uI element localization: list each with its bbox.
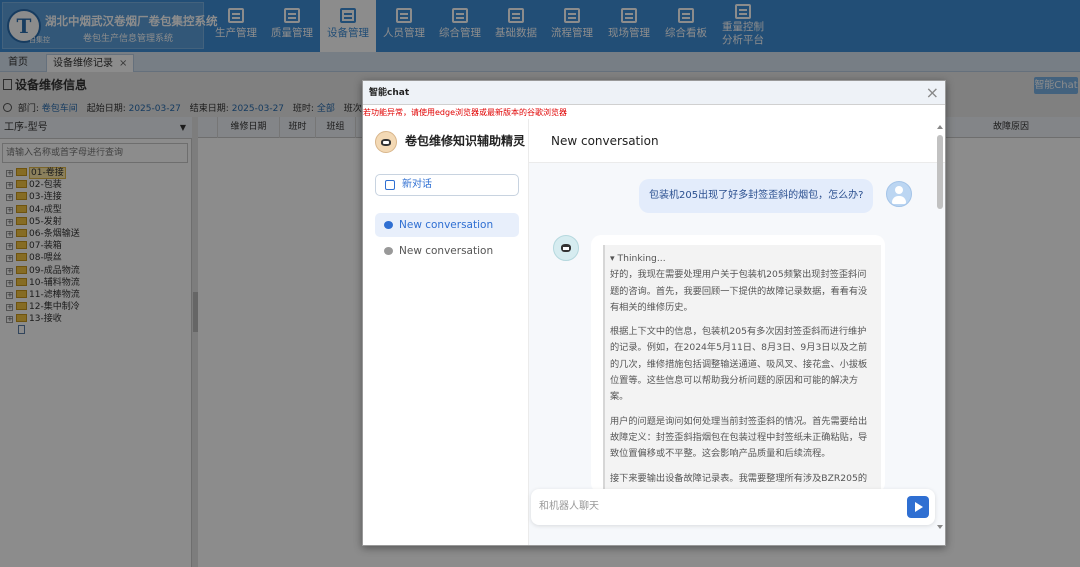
bot-message: ▾ Thinking... 好的，我现在需要处理用户关于包装机205频繁出现封签… — [591, 235, 885, 493]
chat-input[interactable]: 和机器人聊天 — [531, 489, 935, 525]
conversation-item[interactable]: New conversation — [375, 213, 519, 237]
dialog-title: 智能chat — [369, 88, 410, 98]
dialog-title-bar: 智能chat × — [363, 81, 945, 105]
chat-sidebar: 卷包维修知识辅助精灵 新对话 New conversation New conv… — [363, 119, 529, 545]
chat-scrollbar[interactable] — [937, 125, 943, 529]
scroll-up-icon[interactable] — [937, 125, 943, 129]
thinking-block: ▾ Thinking... 好的，我现在需要处理用户关于包装机205频繁出现封签… — [603, 245, 881, 493]
browser-warning: 若功能异常，请使用edge浏览器或最新版本的谷歌浏览器 — [363, 108, 567, 117]
user-avatar-icon — [886, 181, 912, 207]
new-chat-button[interactable]: 新对话 — [375, 174, 519, 196]
thinking-paragraph: 好的，我现在需要处理用户关于包装机205频繁出现封签歪斜问题的咨询。首先，我要回… — [610, 269, 868, 313]
bot-logo-icon — [375, 131, 397, 153]
thinking-paragraph: 用户的问题是询问如何处理当前封签歪斜的情况。首先需要给出故障定义：封签歪斜指烟包… — [610, 415, 868, 460]
smart-chat-dialog: 智能chat × 若功能异常，请使用edge浏览器或最新版本的谷歌浏览器 卷包维… — [362, 80, 946, 546]
chat-bubble-icon — [384, 221, 393, 229]
chat-bubble-icon — [384, 247, 393, 255]
chat-input-placeholder: 和机器人聊天 — [539, 501, 599, 512]
thinking-paragraph: 根据上下文中的信息，包装机205有多次因封签歪斜而进行维护的记录。例如，在202… — [610, 326, 868, 403]
chat-main: New conversation 包装机205出现了好多封签歪斜的烟包，怎么办?… — [529, 119, 945, 545]
conversation-label: New conversation — [399, 219, 494, 231]
scrollbar-thumb[interactable] — [937, 135, 943, 209]
close-icon[interactable]: × — [926, 83, 939, 103]
user-message: 包装机205出现了好多封签歪斜的烟包，怎么办? — [639, 179, 873, 213]
edit-icon — [385, 180, 395, 190]
conversation-item[interactable]: New conversation — [375, 239, 519, 263]
bot-name: 卷包维修知识辅助精灵 — [405, 134, 526, 148]
new-chat-label: 新对话 — [402, 179, 432, 190]
bot-avatar-icon — [553, 235, 579, 261]
thinking-toggle[interactable]: ▾ Thinking... — [610, 251, 873, 267]
conversation-header: New conversation — [529, 119, 945, 163]
send-icon[interactable] — [907, 496, 929, 518]
conversation-label: New conversation — [399, 245, 494, 257]
scroll-down-icon[interactable] — [937, 525, 943, 529]
